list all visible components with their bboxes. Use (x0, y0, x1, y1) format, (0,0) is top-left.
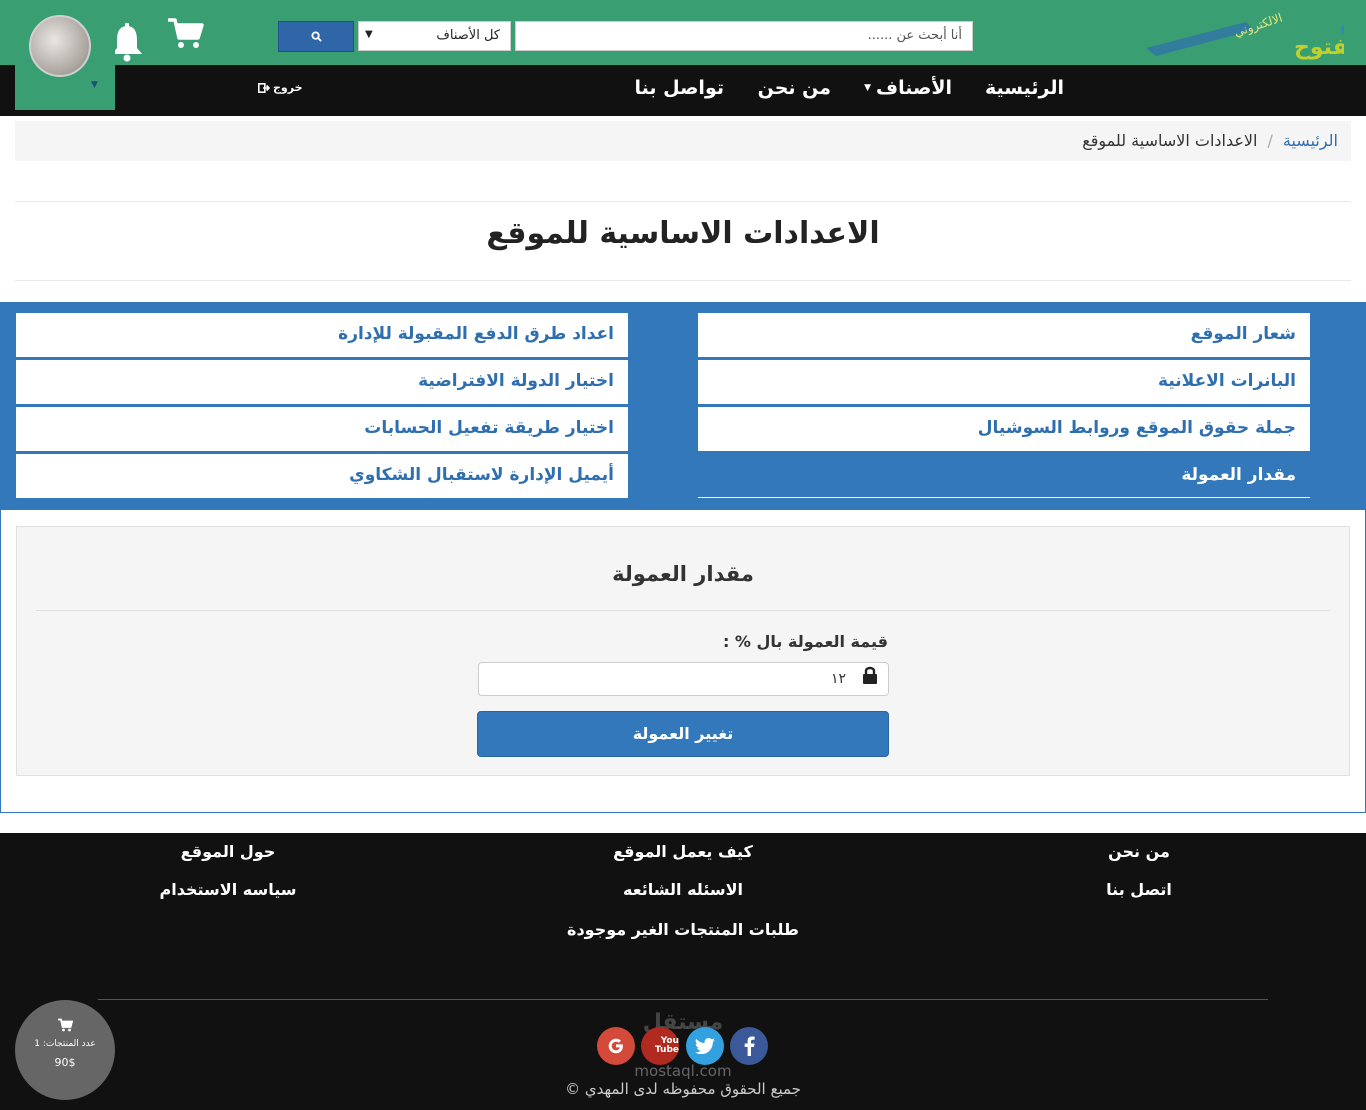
menu-item-ad-banners[interactable]: البانرات الاعلانية (698, 360, 1310, 404)
page-title: الاعدادات الاساسية للموقع (486, 216, 880, 251)
top-header: سوق المفتوح الالكتروني أنا أبحث عن .....… (0, 0, 1366, 65)
change-commission-button[interactable]: تغيير العمولة (477, 711, 889, 757)
main-navbar: الرئيسية الأصناف ▼ من نحن تواصل بنا (0, 65, 1366, 116)
copyright-text: جميع الحقوق محفوظه لدى المهدي © (565, 1080, 801, 1098)
search-icon (310, 31, 322, 42)
menu-item-commission[interactable]: مقدار العمولة (698, 454, 1310, 498)
breadcrumb-home-link[interactable]: الرئيسية (1283, 131, 1338, 150)
nav-home[interactable]: الرئيسية (985, 65, 1064, 116)
watermark-url: mostaql.com (634, 1062, 732, 1080)
nav-about[interactable]: من نحن (758, 65, 831, 116)
cart-count: عدد المنتجات: 1 (34, 1039, 96, 1049)
menu-item-copyright-social[interactable]: جملة حقوق الموقع وروابط السوشيال (698, 407, 1310, 451)
avatar[interactable] (29, 15, 91, 77)
footer-link-usage-policy[interactable]: سياسه الاستخدام (128, 880, 328, 899)
form-title: مقدار العمولة (612, 562, 754, 586)
lock-icon (863, 666, 877, 684)
menu-item-site-logo[interactable]: شعار الموقع (698, 313, 1310, 357)
menu-item-account-activation[interactable]: اختيار طريقة تفعيل الحسابات (16, 407, 628, 451)
cart-total: 90$ (54, 1056, 76, 1069)
footer-link-missing-products[interactable]: طلبات المنتجات الغير موجودة (483, 920, 883, 939)
google-plus-icon[interactable] (597, 1027, 635, 1065)
logout-label: خروج (273, 81, 303, 94)
svg-text:سوق: سوق (1340, 8, 1344, 36)
menu-item-admin-email[interactable]: أيميل الإدارة لاستقبال الشكاوي (16, 454, 628, 498)
site-logo[interactable]: سوق المفتوح الالكتروني (1126, 2, 1344, 62)
chevron-down-icon: ▼ (864, 83, 872, 93)
google-glyph (608, 1038, 623, 1054)
user-menu[interactable]: ▼ (15, 0, 115, 110)
breadcrumb-current: الاعدادات الاساسية للموقع (1082, 131, 1258, 150)
logout-link[interactable]: خروج (258, 81, 303, 94)
divider (36, 610, 1330, 611)
breadcrumb: الرئيسية / الاعدادات الاساسية للموقع (15, 121, 1351, 161)
footer-link-faq[interactable]: الاسئله الشائعه (558, 880, 808, 899)
search-input[interactable]: أنا أبحث عن ...... (515, 21, 973, 51)
cart-icon (58, 1018, 73, 1032)
commission-label: قيمة العمولة بال % : (722, 632, 888, 651)
chevron-down-icon[interactable]: ▼ (91, 80, 98, 90)
floating-cart-widget[interactable]: عدد المنتجات: 1 90$ (15, 1000, 115, 1100)
divider (15, 201, 1351, 202)
nav-contact[interactable]: تواصل بنا (634, 65, 724, 116)
twitter-icon[interactable] (686, 1027, 724, 1065)
divider (98, 999, 1268, 1000)
commission-input[interactable]: ١٢ (478, 662, 889, 696)
menu-item-default-country[interactable]: اختيار الدولة الافتراضية (16, 360, 628, 404)
footer-link-contact[interactable]: اتصل بنا (1064, 880, 1214, 899)
footer-link-how-it-works[interactable]: كيف يعمل الموقع (558, 842, 808, 861)
menu-item-payment-methods[interactable]: اعداد طرق الدفع المقبولة للإدارة (16, 313, 628, 357)
youtube-label: You Tube (654, 1036, 679, 1055)
svg-text:المفتوح: المفتوح (1294, 35, 1344, 60)
facebook-glyph (744, 1036, 755, 1056)
search-button[interactable] (278, 21, 354, 52)
breadcrumb-separator: / (1267, 131, 1273, 150)
twitter-glyph (695, 1038, 715, 1054)
chevron-down-icon: ▼ (365, 29, 373, 40)
sign-out-icon (258, 82, 270, 93)
facebook-icon[interactable] (730, 1027, 768, 1065)
svg-text:الالكتروني: الالكتروني (1232, 11, 1284, 41)
nav-categories[interactable]: الأصناف ▼ (864, 65, 952, 116)
category-select[interactable]: كل الأصناف ▼ (358, 21, 511, 51)
nav-categories-label: الأصناف (876, 77, 952, 99)
footer-link-about-site[interactable]: حول الموقع (128, 842, 328, 861)
footer-link-about[interactable]: من نحن (1064, 842, 1214, 861)
youtube-icon[interactable]: You Tube (641, 1027, 679, 1065)
category-select-value: كل الأصناف (436, 28, 500, 43)
cart-icon[interactable] (166, 16, 204, 50)
divider (15, 280, 1351, 281)
